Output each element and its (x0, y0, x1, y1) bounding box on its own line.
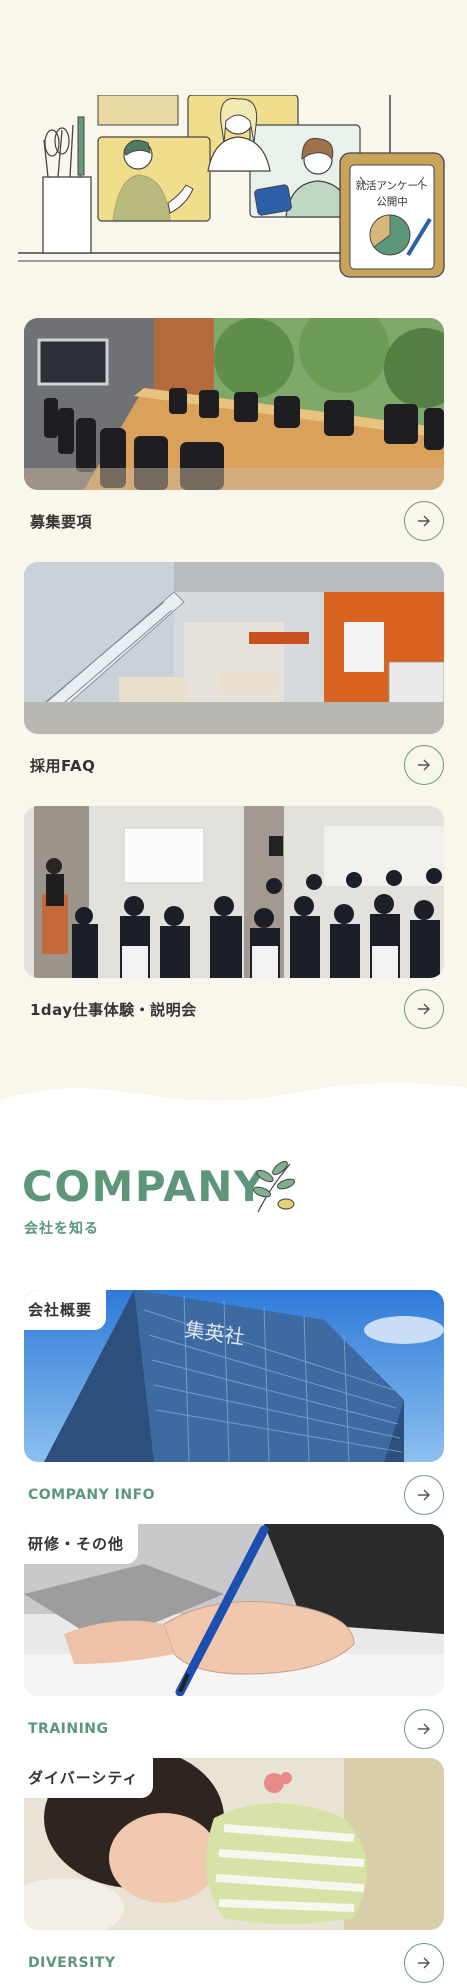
company-subtitle: 会社を知る (24, 1221, 99, 1237)
seminar-photo (24, 806, 444, 978)
conference-room-photo (24, 318, 444, 490)
recruit-card-label: 採用FAQ (30, 756, 96, 775)
leaf-icon (252, 1160, 296, 1213)
arrow-right-icon (418, 759, 430, 771)
survey-sign-line2: 公開中 (376, 195, 408, 208)
writing-hand-photo: 研修・その他 (24, 1524, 444, 1696)
baby-photo: ダイバーシティ (24, 1758, 444, 1930)
recruit-card-seminar[interactable]: 1day仕事体験・説明会 (24, 806, 444, 1040)
arrow-right-icon (418, 1489, 430, 1501)
company-card-diversity[interactable]: ダイバーシティ DIVERSITY (24, 1758, 444, 1985)
building-photo: 集英社 会社概要 (24, 1290, 444, 1462)
company-card-tag: 研修・その他 (24, 1524, 139, 1564)
company-card-training[interactable]: 研修・その他 TRAINING (24, 1524, 444, 1762)
recruit-card-faq[interactable]: 採用FAQ (24, 562, 444, 796)
arrow-button[interactable] (404, 1709, 444, 1749)
arrow-right-icon (418, 1723, 430, 1735)
company-card-label: DIVERSITY (28, 1955, 116, 1971)
recruit-card-requirements[interactable]: 募集要項 (24, 318, 444, 552)
arrow-button[interactable] (404, 989, 444, 1029)
company-card-info[interactable]: 集英社 会社概要 COMPANY INFO (24, 1290, 444, 1528)
arrow-button[interactable] (404, 1475, 444, 1515)
company-card-label: COMPANY INFO (28, 1487, 156, 1503)
recruit-card-label: 1day仕事体験・説明会 (30, 1000, 197, 1019)
company-title: COMPANY (22, 1162, 266, 1211)
arrow-right-icon (418, 515, 430, 527)
recruit-card-label: 募集要項 (30, 512, 93, 531)
lobby-photo (24, 562, 444, 734)
arrow-right-icon (418, 1957, 430, 1969)
arrow-button[interactable] (404, 1943, 444, 1983)
company-card-label: TRAINING (28, 1721, 109, 1737)
survey-sign-line1: 就活アンケート (355, 179, 428, 192)
company-card-tag: 会社概要 (24, 1290, 107, 1330)
video-call-illustration: 就活アンケート 公開中 (18, 94, 448, 280)
arrow-right-icon (418, 1003, 430, 1015)
arrow-button[interactable] (404, 501, 444, 541)
company-card-tag: ダイバーシティ (24, 1758, 153, 1798)
arrow-button[interactable] (404, 745, 444, 785)
